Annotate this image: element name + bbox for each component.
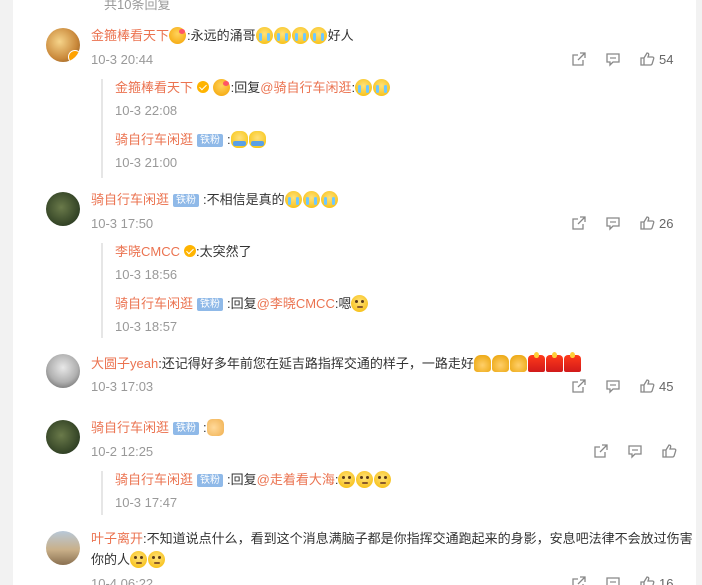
comment-time: 10-4 06:22	[91, 576, 154, 585]
comment-icon[interactable]	[627, 443, 643, 459]
reply-time: 10-3 21:00	[115, 155, 178, 170]
like-count: 45	[659, 379, 674, 394]
fan-badge: 铁粉	[197, 134, 224, 147]
emoji-cry-icon	[302, 191, 320, 208]
thumbs-up-icon[interactable]	[639, 215, 655, 231]
reply-text: 金箍棒看天下 :回复@骑自行车闲逛:	[115, 79, 391, 97]
emoji-cry-icon	[320, 191, 338, 208]
emoji-candle-icon	[527, 352, 545, 372]
mention-link[interactable]: @骑自行车闲逛	[260, 80, 351, 95]
comment-icon[interactable]	[605, 378, 621, 394]
username[interactable]: 骑自行车闲逛	[115, 296, 193, 311]
mention-link[interactable]: @李晓CMCC	[257, 296, 335, 311]
emoji-eyeroll-icon	[351, 295, 369, 312]
more-replies-link[interactable]: 共10条回复	[104, 0, 170, 13]
emoji-eyeroll-icon	[338, 471, 356, 488]
emoji-pray-icon	[473, 355, 491, 372]
username[interactable]: 骑自行车闲逛	[91, 420, 169, 435]
fan-badge: 铁粉	[197, 298, 224, 311]
fan-badge: 铁粉	[197, 474, 224, 487]
share-icon[interactable]	[593, 443, 609, 459]
emoji-eyeroll-icon	[148, 551, 166, 568]
emoji-hug-icon	[230, 131, 248, 148]
emoji-pray-icon	[509, 355, 527, 372]
reply-thread-bar	[101, 79, 103, 178]
emoji-eyeroll-icon	[374, 471, 392, 488]
verified-badge-icon	[197, 81, 210, 93]
username[interactable]: 大圆子yeah	[91, 356, 158, 371]
username[interactable]: 骑自行车闲逛	[115, 472, 193, 487]
thumbs-up-icon[interactable]	[639, 575, 655, 585]
comment-text: 骑自行车闲逛 铁粉:不相信是真的	[91, 191, 339, 209]
share-icon[interactable]	[571, 575, 587, 585]
comment-text: 叶子离开:不知道说点什么，看到这个消息满脑子都是你指挥交通跑起来的身影，安息吧法…	[91, 531, 693, 546]
emoji-cry-icon	[355, 79, 373, 96]
comment-time: 10-3 20:44	[91, 52, 154, 67]
share-icon[interactable]	[571, 378, 587, 394]
emoji-cry-icon	[273, 27, 291, 44]
comment-panel: 共10条回复 金箍棒看天下:永远的涌哥 好人 10-3 20:44 54 金箍棒看…	[13, 0, 696, 585]
reply-thread-bar	[101, 471, 103, 515]
username[interactable]: 金箍棒看天下	[91, 28, 169, 43]
comment-icon[interactable]	[605, 575, 621, 585]
emoji-cry-icon	[255, 27, 273, 44]
emoji-pray-icon	[491, 355, 509, 372]
reply-text: 骑自行车闲逛 铁粉:回复@走着看大海:	[115, 471, 392, 489]
avatar[interactable]	[46, 420, 80, 454]
reply-time: 10-3 22:08	[115, 103, 178, 118]
mention-link[interactable]: @走着看大海	[257, 472, 335, 487]
like-count: 54	[659, 52, 674, 67]
emoji-cry-icon	[373, 79, 391, 96]
comment-text: 骑自行车闲逛 铁粉:	[91, 419, 225, 437]
reply-time: 10-3 18:56	[115, 267, 178, 282]
fan-badge: 铁粉	[173, 422, 200, 435]
emoji-eyeroll-icon	[130, 551, 148, 568]
like-count: 26	[659, 216, 674, 231]
emoji-cry-icon	[309, 27, 327, 44]
username[interactable]: 李晓CMCC	[115, 244, 180, 259]
verified-badge-icon	[68, 50, 80, 62]
comment-icon[interactable]	[605, 215, 621, 231]
like-count: 16	[659, 576, 674, 585]
share-icon[interactable]	[571, 51, 587, 67]
share-icon[interactable]	[571, 215, 587, 231]
comment-time: 10-2 12:25	[91, 444, 154, 459]
reply-time: 10-3 17:47	[115, 495, 178, 510]
comment-text: 大圆子yeah:还记得好多年前您在延吉路指挥交通的样子，一路走好	[91, 352, 582, 373]
username[interactable]: 金箍棒看天下	[115, 80, 193, 95]
username[interactable]: 骑自行车闲逛	[115, 132, 193, 147]
emoji-cry-icon	[291, 27, 309, 44]
emoji-kiss-icon	[169, 27, 187, 44]
avatar[interactable]	[46, 354, 80, 388]
thumbs-up-icon[interactable]	[639, 51, 655, 67]
comment-time: 10-3 17:50	[91, 216, 154, 231]
avatar[interactable]	[46, 531, 80, 565]
comment-time: 10-3 17:03	[91, 379, 154, 394]
reply-text: 骑自行车闲逛 铁粉:	[115, 131, 267, 149]
reply-text: 李晓CMCC:太突然了	[115, 244, 252, 259]
emoji-eyeroll-icon	[356, 471, 374, 488]
username[interactable]: 骑自行车闲逛	[91, 192, 169, 207]
emoji-hand-icon	[206, 419, 224, 436]
emoji-candle-icon	[545, 352, 563, 372]
fan-badge: 铁粉	[173, 194, 200, 207]
thumbs-up-icon[interactable]	[639, 378, 655, 394]
reply-thread-bar	[101, 243, 103, 338]
reply-time: 10-3 18:57	[115, 319, 178, 334]
avatar[interactable]	[46, 192, 80, 226]
emoji-cry-icon	[284, 191, 302, 208]
reply-text: 骑自行车闲逛 铁粉:回复@李晓CMCC:嗯	[115, 295, 369, 313]
emoji-candle-icon	[563, 352, 581, 372]
verified-badge-icon	[184, 245, 196, 257]
username[interactable]: 叶子离开	[91, 531, 143, 546]
thumbs-up-icon[interactable]	[661, 443, 677, 459]
emoji-kiss-icon	[212, 79, 230, 96]
emoji-hug-icon	[248, 131, 266, 148]
comment-text: 金箍棒看天下:永远的涌哥 好人	[91, 27, 354, 44]
comment-text-continued: 你的人	[91, 551, 166, 569]
comment-icon[interactable]	[605, 51, 621, 67]
avatar[interactable]	[46, 28, 80, 62]
